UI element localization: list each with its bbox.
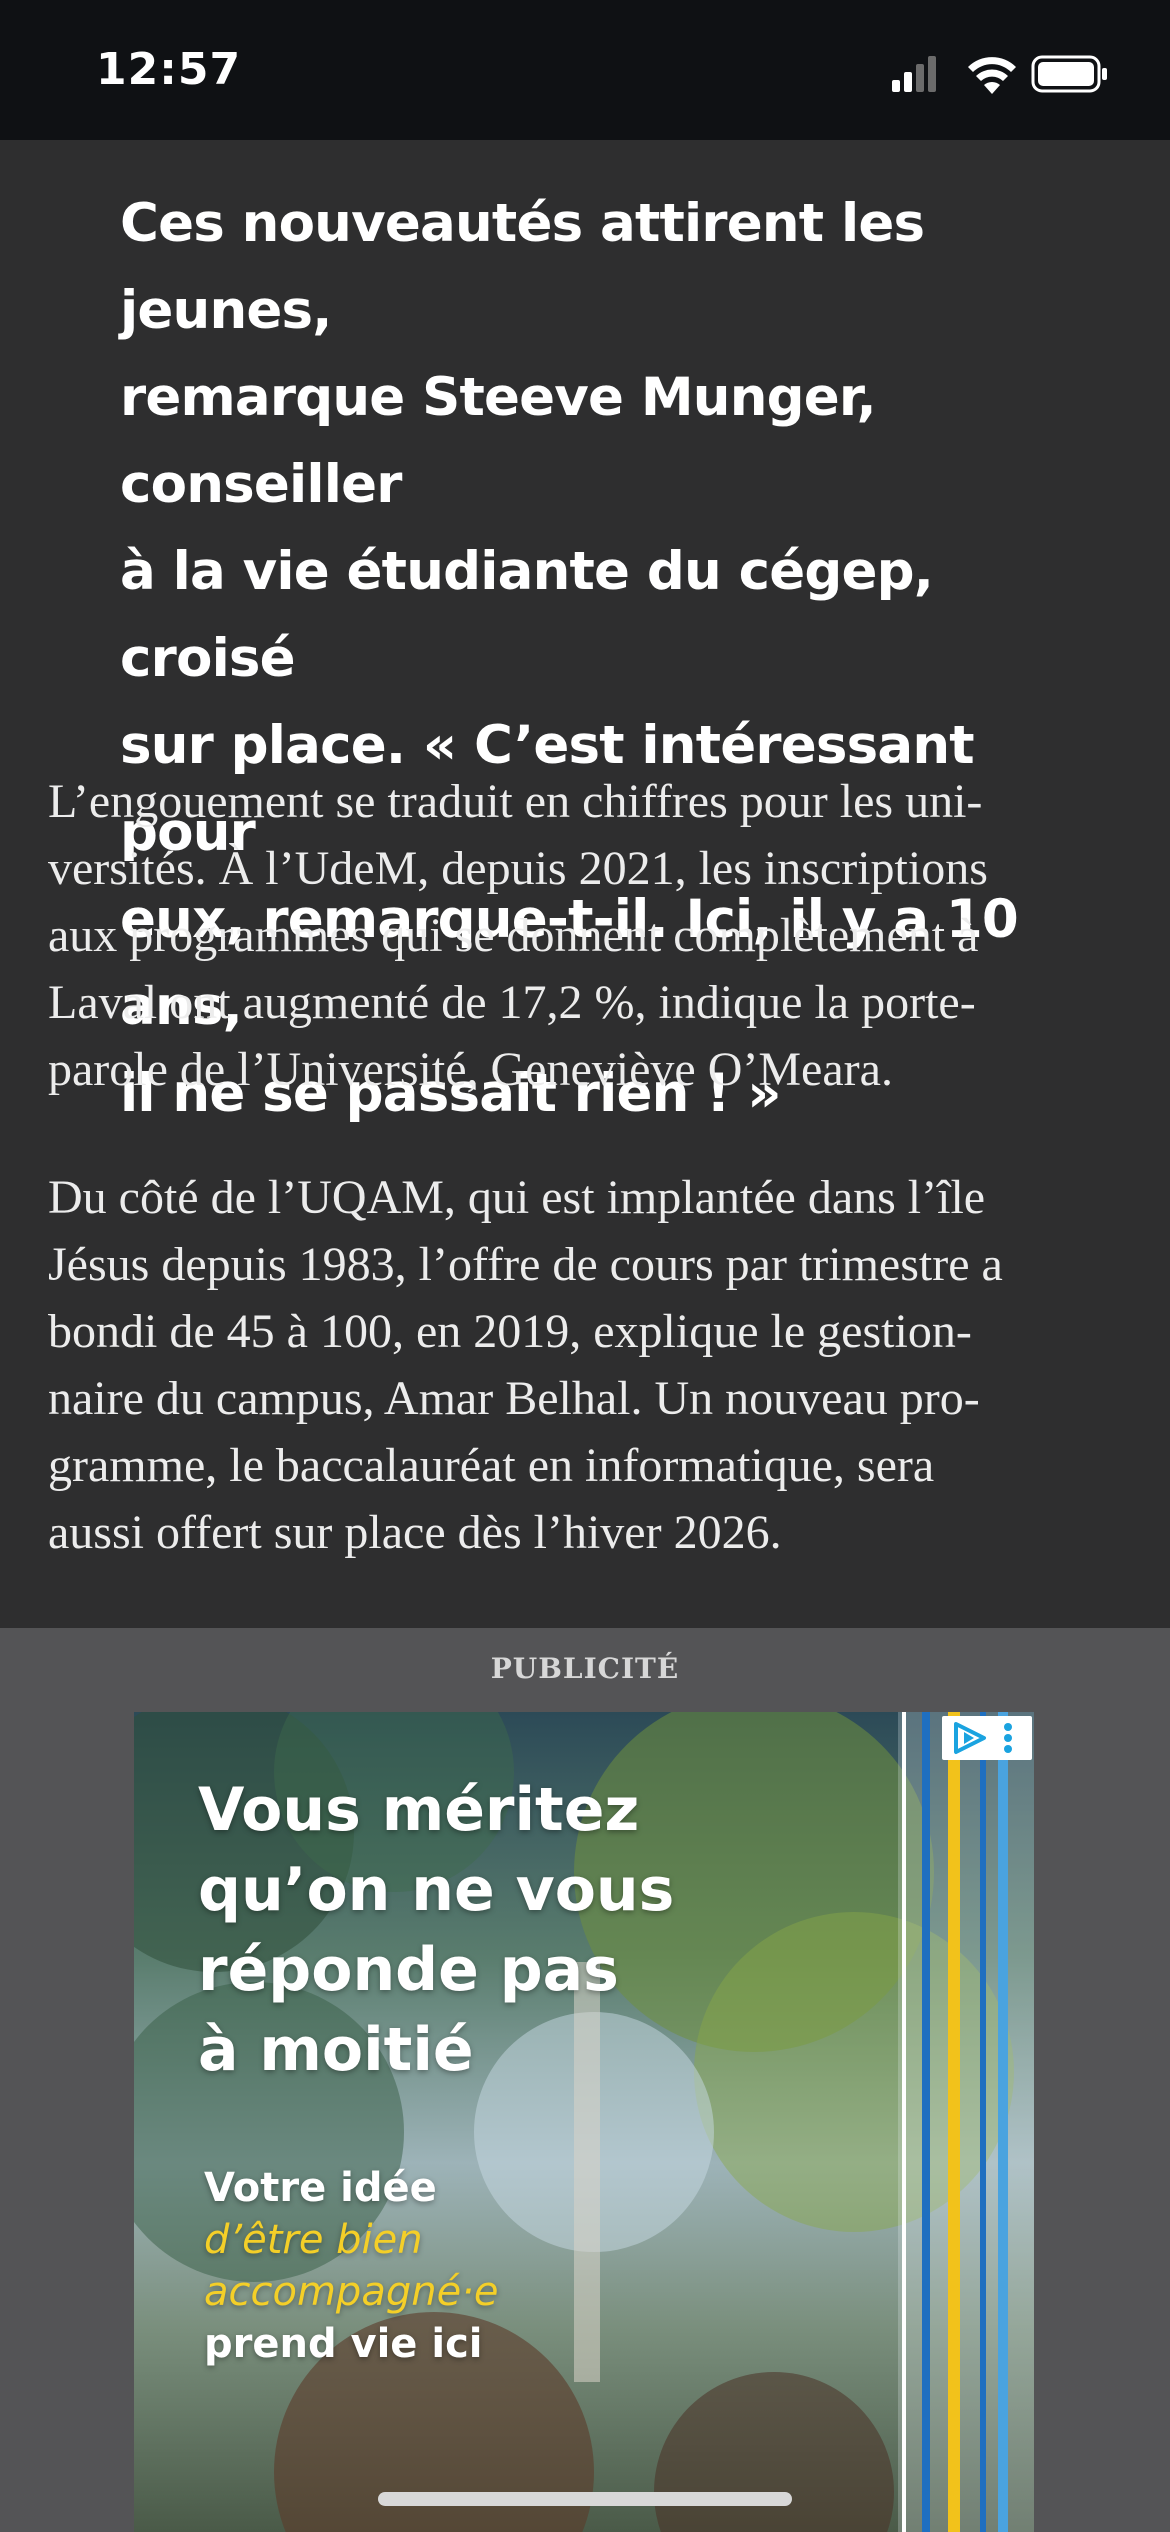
paragraph-line: parole de l’Université, Geneviève O’Mear… [48, 1043, 893, 1096]
status-icons-svg [892, 55, 1107, 94]
ad-banner[interactable]: Vous méritez qu’on ne vous réponde pas à… [134, 1712, 1034, 2532]
paragraph-line: aussi offert sur place dès l’hiver 2026. [48, 1506, 782, 1559]
ad-headline-line: Vous méritez [198, 1775, 640, 1845]
pull-quote-line: Ces nouveautés attirent les jeunes, [120, 193, 925, 341]
paragraph-line: Jésus depuis 1983, l’offre de cours par … [48, 1238, 1003, 1291]
paragraph-line: naire du campus, Amar Belhal. Un nouveau… [48, 1372, 980, 1425]
article-body: Ces nouveautés attirent les jeunes, rema… [0, 140, 1170, 1628]
paragraph-line: versités. À l’UdeM, depuis 2021, les ins… [48, 842, 988, 895]
cellular-signal-icon [892, 56, 936, 92]
paragraph-line: bondi de 45 à 100, en 2019, explique le … [48, 1305, 972, 1358]
battery-icon [1031, 55, 1107, 93]
status-bar: 12:57 [0, 0, 1170, 140]
ad-headline-line: qu’on ne vous [198, 1855, 675, 1925]
article-paragraph: Du côté de l’UQAM, qui est implantée dan… [48, 1164, 1128, 1566]
screen: 12:57 Ces nouveautés attirent les jeunes… [0, 0, 1170, 2532]
ad-stripes [898, 1712, 1034, 2532]
ad-headline-line: réponde pas [198, 1935, 619, 2005]
paragraph-line: Laval ont augmenté de 17,2 %, indique la… [48, 976, 976, 1029]
status-icons [892, 50, 1112, 98]
ad-headline-line: à moitié [198, 2015, 474, 2085]
ad-label: PUBLICITÉ [490, 1652, 680, 1685]
article-paragraph: L’engouement se traduit en chiffres pour… [48, 768, 1128, 1103]
pull-quote-line: à la vie étudiante du cégep, croisé [120, 541, 934, 689]
adchoices-icon [954, 1722, 1012, 1754]
paragraph-line: Du côté de l’UQAM, qui est implantée dan… [48, 1171, 986, 1224]
status-time: 12:57 [96, 44, 242, 95]
ad-subtext: Votre idée d’être bien accompagné·e pren… [204, 2162, 684, 2370]
adchoices-button[interactable] [942, 1716, 1032, 1760]
ad-sub-line: Votre idée [204, 2165, 437, 2211]
paragraph-line: aux programmes qui se donnent complèteme… [48, 909, 979, 962]
paragraph-line: L’engouement se traduit en chiffres pour… [48, 775, 983, 828]
ad-highlight-line: accompagné·e [204, 2269, 499, 2315]
home-indicator[interactable] [378, 2492, 792, 2506]
ad-sub-line: prend vie ici [204, 2321, 483, 2367]
pull-quote-line: remarque Steeve Munger, conseiller [120, 367, 877, 515]
ad-highlight-line: d’être bien [204, 2217, 423, 2263]
ad-headline: Vous méritez qu’on ne vous réponde pas à… [198, 1770, 758, 2090]
wifi-icon [968, 57, 1016, 94]
paragraph-line: gramme, le baccalauréat en informatique,… [48, 1439, 935, 1492]
ad-container: PUBLICITÉ Vous méritez qu’on ne vous rép… [0, 1628, 1170, 2532]
